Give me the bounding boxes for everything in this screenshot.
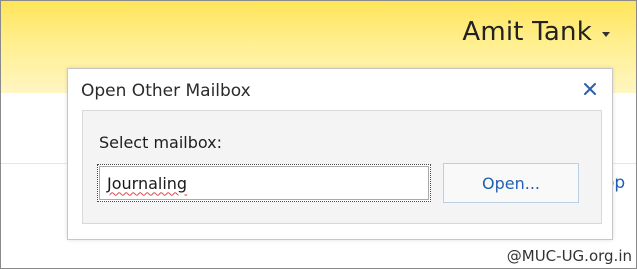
mailbox-input-value: Journaling: [107, 173, 188, 193]
dialog-title: Open Other Mailbox: [81, 81, 251, 101]
select-mailbox-label: Select mailbox:: [99, 133, 223, 152]
close-button[interactable]: [578, 77, 602, 101]
close-icon: [584, 83, 596, 95]
user-name: Amit Tank: [462, 17, 592, 47]
open-button[interactable]: Open...: [443, 163, 579, 203]
mailbox-panel: Select mailbox: Journaling Open...: [82, 110, 602, 224]
chevron-down-icon: [602, 31, 610, 37]
user-menu[interactable]: Amit Tank: [462, 17, 610, 47]
open-other-mailbox-dialog: Open Other Mailbox Select mailbox: Journ…: [67, 68, 613, 240]
app-window: Amit Tank op Open Other Mailbox Select m…: [0, 0, 637, 269]
mailbox-input[interactable]: Journaling: [97, 164, 431, 202]
watermark: @MUC-UG.org.in: [504, 247, 634, 265]
